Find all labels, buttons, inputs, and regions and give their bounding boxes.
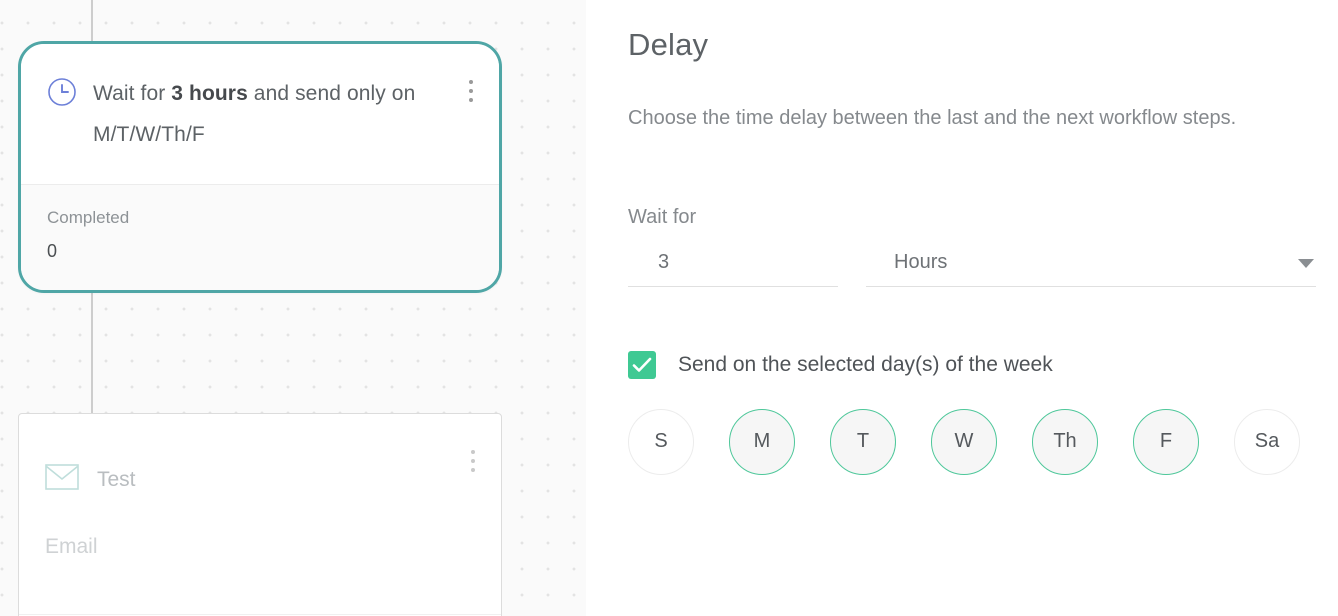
connector-line-top [91,0,93,44]
panel-description: Choose the time delay between the last a… [628,107,1237,130]
kebab-dot [471,459,475,463]
wait-unit-value: Hours [894,250,948,273]
wait-for-label: Wait for [628,205,697,228]
kebab-dot [469,80,473,84]
workflow-delay-editor: Wait for 3 hours and send only on M/T/W/… [0,0,1338,616]
checkmark-icon [632,357,652,372]
delay-title-prefix: Wait for [93,82,172,105]
email-node-title: Test [97,467,136,491]
day-toggle-friday[interactable]: F [1133,408,1199,475]
delay-node-title: Wait for 3 hours and send only on M/T/W/… [93,74,473,156]
kebab-menu-icon[interactable] [461,78,481,104]
delay-node-stats: Completed 0 [21,185,499,290]
stat-value-completed: 0 [47,241,58,261]
workflow-node-delay[interactable]: Wait for 3 hours and send only on M/T/W/… [18,41,502,293]
workflow-canvas[interactable]: Wait for 3 hours and send only on M/T/W/… [0,0,586,616]
day-label: S [654,430,668,453]
connector-line-middle [91,292,93,414]
email-node-header: Test Email [19,414,501,614]
node-divider [19,614,501,615]
workflow-node-email[interactable]: Test Email [18,413,502,616]
day-toggle-wednesday[interactable]: W [931,408,997,475]
wait-for-field-row: Hours [628,250,1316,287]
day-label: M [753,430,771,453]
delay-node-header: Wait for 3 hours and send only on M/T/W/… [21,44,499,184]
kebab-dot [471,468,475,472]
send-on-days-checkbox[interactable] [628,350,656,379]
delay-title-strong: 3 hours [171,82,248,105]
clock-icon [47,77,77,112]
kebab-dot [471,450,475,454]
day-toggle-thursday[interactable]: Th [1032,408,1098,475]
day-label: W [954,430,974,453]
kebab-dot [469,89,473,93]
stat-label-completed: Completed [47,208,130,227]
weekday-selector[interactable]: S M T W Th F Sa [628,408,1316,475]
email-node-subtitle: Email [45,535,98,558]
day-toggle-sunday[interactable]: S [628,408,694,475]
delay-settings-panel: Delay Choose the time delay between the … [586,0,1338,616]
day-label: Th [1053,430,1077,453]
kebab-dot [469,98,473,102]
kebab-menu-icon[interactable] [463,448,483,474]
wait-amount-input[interactable] [628,250,838,273]
wait-amount-field[interactable] [628,250,838,287]
day-label: F [1159,430,1173,453]
day-label: T [856,430,870,453]
day-toggle-saturday[interactable]: Sa [1234,408,1300,475]
day-toggle-tuesday[interactable]: T [830,408,896,475]
page-title: Delay [628,27,709,62]
weekday-toggle-row[interactable]: Send on the selected day(s) of the week [628,350,1316,379]
envelope-icon [45,464,79,495]
send-on-days-label: Send on the selected day(s) of the week [678,352,1053,376]
wait-unit-select[interactable]: Hours [866,251,1316,287]
chevron-down-icon[interactable] [1298,258,1314,268]
day-toggle-monday[interactable]: M [729,408,795,475]
day-label: Sa [1254,430,1280,453]
